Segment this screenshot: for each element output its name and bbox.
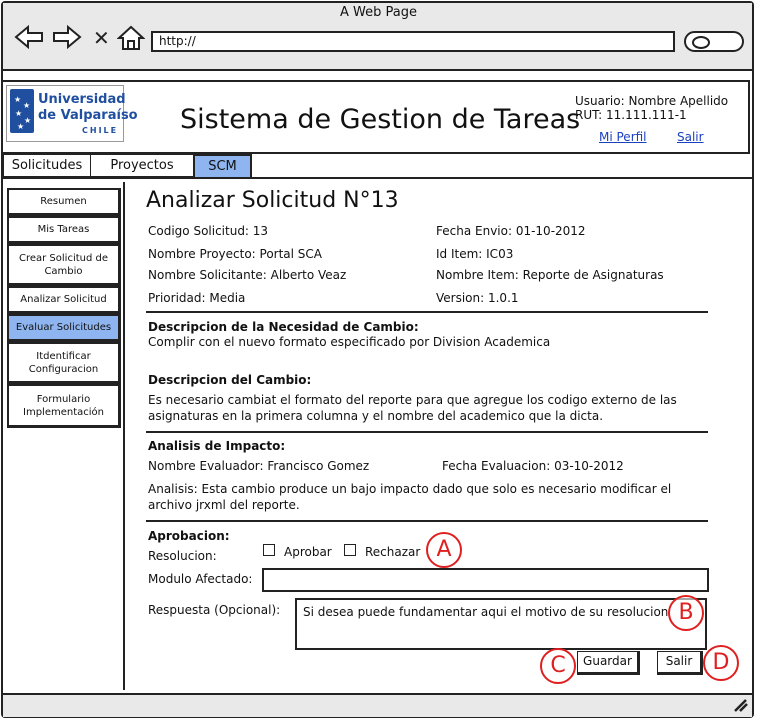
marker-d: D bbox=[703, 645, 739, 681]
guardar-button[interactable]: Guardar bbox=[577, 651, 640, 675]
profile-link[interactable]: Mi Perfil bbox=[599, 130, 647, 144]
fecha-envio: Fecha Envio: 01-10-2012 bbox=[436, 224, 586, 238]
impacto-heading: Analisis de Impacto: bbox=[148, 439, 286, 453]
necesidad-text: Complir con el nuevo formato especificad… bbox=[148, 335, 551, 349]
tab-scm[interactable]: SCM bbox=[193, 154, 252, 179]
analisis-text-line1: Analisis: Esta cambio produce un bajo im… bbox=[148, 482, 672, 496]
logout-link[interactable]: Salir bbox=[677, 130, 704, 144]
salir-button[interactable]: Salir bbox=[657, 651, 703, 675]
aprobar-label: Aprobar bbox=[284, 545, 332, 559]
sidebar-item-identificar-configuracion[interactable]: Itdentificar Configuracion bbox=[7, 342, 121, 384]
close-icon[interactable]: ✕ bbox=[93, 27, 110, 49]
necesidad-heading: Descripcion de la Necesidad de Cambio: bbox=[148, 320, 419, 334]
prioridad: Prioridad: Media bbox=[148, 291, 246, 305]
sidebar-item-mis-tareas[interactable]: Mis Tareas bbox=[7, 216, 121, 244]
marker-b: B bbox=[668, 595, 704, 631]
codigo-solicitud: Codigo Solicitud: 13 bbox=[148, 224, 269, 238]
logo-line3: CHILE bbox=[82, 126, 119, 135]
page-title: Analizar Solicitud N°13 bbox=[146, 188, 399, 213]
logo-line1: Universidad bbox=[38, 92, 126, 107]
aprobacion-heading: Aprobacion: bbox=[148, 529, 230, 543]
tab-proyectos[interactable]: Proyectos bbox=[90, 154, 194, 177]
respuesta-placeholder: Si desea puede fundamentar aqui el motiv… bbox=[303, 605, 669, 619]
modulo-label: Modulo Afectado: bbox=[148, 572, 253, 586]
user-rut: RUT: 11.111.111-1 bbox=[575, 108, 687, 122]
sidebar-item-resumen[interactable]: Resumen bbox=[7, 188, 121, 216]
tab-divider bbox=[3, 177, 752, 179]
sidebar-item-formulario-implementacion[interactable]: Formulario Implementación bbox=[7, 384, 121, 428]
cambio-heading: Descripcion del Cambio: bbox=[148, 373, 312, 387]
search-icon bbox=[692, 36, 710, 49]
url-field[interactable]: http:// bbox=[151, 31, 675, 52]
window-title: A Web Page bbox=[340, 5, 417, 20]
university-logo: ★ ★ ★ ★ ★ Universidad de Valparaíso CHIL… bbox=[6, 85, 138, 142]
tab-solicitudes[interactable]: Solicitudes bbox=[3, 154, 91, 177]
rechazar-checkbox[interactable] bbox=[344, 544, 356, 556]
respuesta-textarea[interactable]: Si desea puede fundamentar aqui el motiv… bbox=[295, 598, 707, 650]
app-title: Sistema de Gestion de Tareas bbox=[180, 104, 581, 135]
shield-icon: ★ ★ ★ ★ ★ bbox=[10, 89, 34, 133]
nombre-item: Nombre Item: Reporte de Asignaturas bbox=[436, 268, 664, 282]
version: Version: 1.0.1 bbox=[436, 291, 519, 305]
fecha-evaluacion: Fecha Evaluacion: 03-10-2012 bbox=[442, 459, 624, 473]
resolucion-label: Resolucion: bbox=[148, 549, 217, 563]
nombre-solicitante: Nombre Solicitante: Alberto Veaz bbox=[148, 268, 347, 282]
user-name: Usuario: Nombre Apellido bbox=[575, 94, 729, 108]
nombre-evaluador: Nombre Evaluador: Francisco Gomez bbox=[148, 459, 370, 473]
id-item: Id Item: IC03 bbox=[436, 247, 514, 261]
browser-statusbar bbox=[3, 693, 752, 717]
modulo-input[interactable] bbox=[262, 568, 709, 592]
nombre-proyecto: Nombre Proyecto: Portal SCA bbox=[148, 247, 323, 261]
marker-a: A bbox=[426, 532, 462, 568]
search-box[interactable] bbox=[684, 31, 744, 52]
section-divider bbox=[146, 431, 708, 433]
sidebar-item-analizar-solicitud[interactable]: Analizar Solicitud bbox=[7, 286, 121, 314]
aprobar-checkbox[interactable] bbox=[263, 544, 275, 556]
respuesta-label: Respuesta (Opcional): bbox=[148, 603, 281, 617]
logo-line2: de Valparaíso bbox=[38, 108, 138, 123]
cambio-text-line2: asignaturas en la primera columna y el n… bbox=[148, 409, 604, 423]
analisis-text-line2: archivo jrxml del reporte. bbox=[148, 498, 300, 512]
cambio-text-line1: Es necesario cambiat el formato del repo… bbox=[148, 393, 677, 407]
sidebar-item-evaluar-solicitudes[interactable]: Evaluar Solicitudes bbox=[7, 314, 121, 342]
marker-c: C bbox=[540, 648, 576, 684]
sidebar: Resumen Mis Tareas Crear Solicitud de Ca… bbox=[3, 182, 125, 690]
rechazar-label: Rechazar bbox=[365, 545, 421, 559]
resize-grip-icon[interactable] bbox=[733, 697, 749, 716]
section-divider bbox=[146, 311, 708, 313]
back-icon[interactable] bbox=[14, 24, 44, 54]
forward-icon[interactable] bbox=[52, 24, 82, 54]
sidebar-item-crear-solicitud[interactable]: Crear Solicitud de Cambio bbox=[7, 244, 121, 286]
home-icon[interactable] bbox=[116, 25, 146, 56]
section-divider bbox=[146, 520, 708, 522]
